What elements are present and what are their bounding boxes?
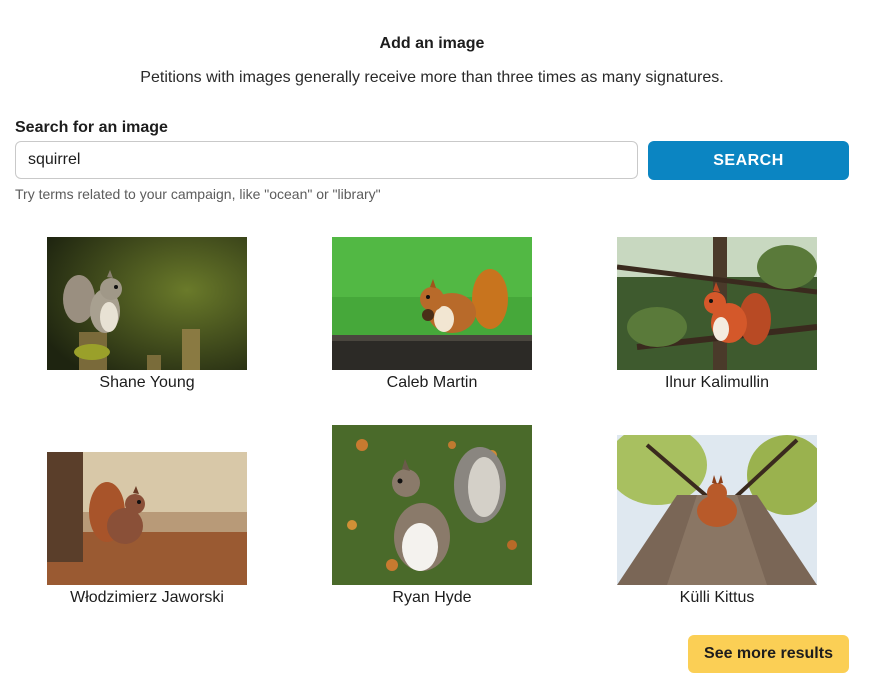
image-result[interactable]: Caleb Martin — [332, 237, 532, 392]
squirrel-photo — [47, 452, 247, 585]
image-result[interactable]: Ryan Hyde — [332, 425, 532, 607]
squirrel-photo — [617, 435, 817, 585]
photo-credit: Włodzimierz Jaworski — [70, 589, 224, 606]
photo-credit: Ryan Hyde — [392, 589, 472, 606]
photo-credit: Shane Young — [99, 374, 195, 391]
search-input[interactable] — [15, 141, 638, 179]
photo-credit: Külli Kittus — [679, 589, 755, 606]
search-label: Search for an image — [15, 119, 168, 136]
image-result[interactable]: Külli Kittus — [617, 435, 817, 607]
search-button[interactable]: SEARCH — [648, 141, 849, 180]
search-hint: Try terms related to your campaign, like… — [15, 186, 381, 202]
see-more-results-button[interactable]: See more results — [688, 635, 849, 673]
photo-credit: Ilnur Kalimullin — [664, 374, 770, 391]
image-result[interactable]: Shane Young — [47, 237, 247, 392]
page-title: Add an image — [379, 35, 485, 52]
image-result[interactable]: Włodzimierz Jaworski — [47, 452, 247, 607]
page-subtitle: Petitions with images generally receive … — [140, 69, 724, 86]
image-result[interactable]: Ilnur Kalimullin — [617, 237, 817, 392]
squirrel-photo — [332, 237, 532, 370]
squirrel-photo — [617, 237, 817, 370]
squirrel-photo — [332, 425, 532, 585]
squirrel-photo — [47, 237, 247, 370]
photo-credit: Caleb Martin — [386, 374, 478, 391]
